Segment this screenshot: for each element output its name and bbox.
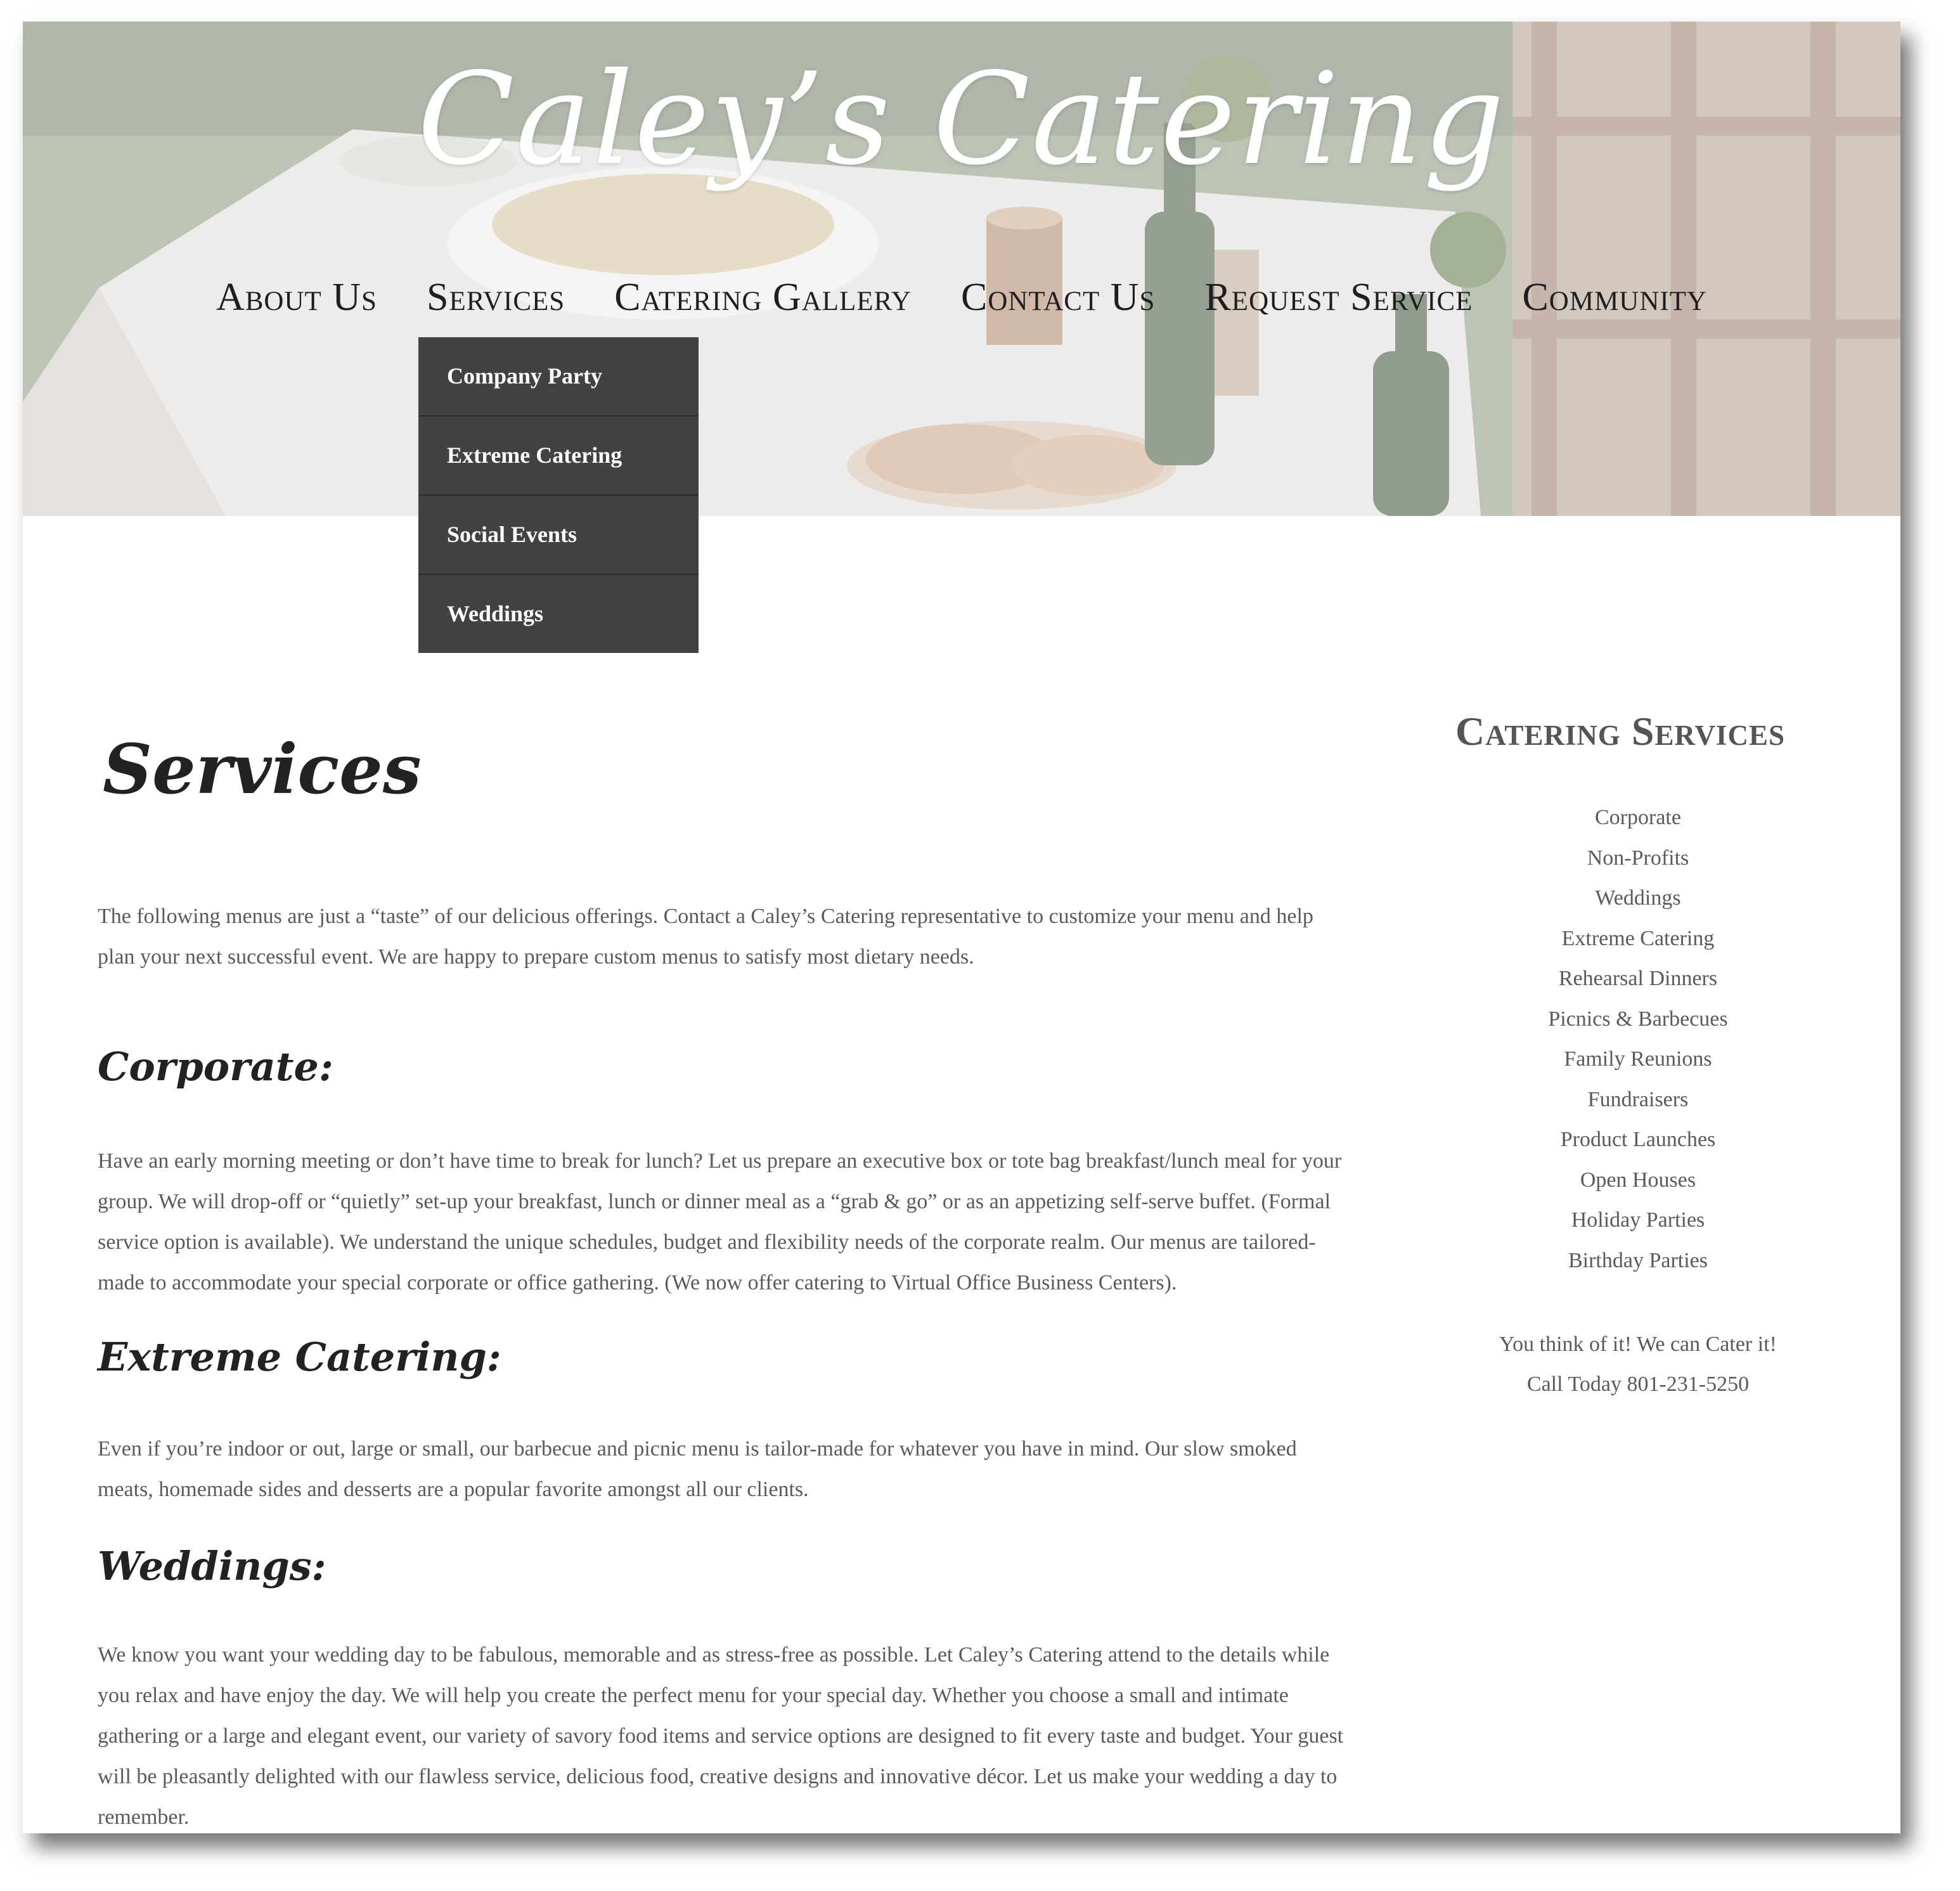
nav-about-us[interactable]: About Us <box>216 275 377 320</box>
section-body-extreme-catering: Even if you’re indoor or out, large or s… <box>98 1437 1297 1501</box>
list-item: Rehearsal Dinners <box>1558 967 1718 990</box>
section-heading-corporate: Corporate: <box>98 1043 333 1090</box>
list-item: Corporate <box>1595 806 1681 829</box>
sidebar-tagline: You think of it! We can Cater it! Call T… <box>1422 1324 1854 1404</box>
nav-services[interactable]: Services <box>427 275 565 320</box>
sidebar-title: Catering Services <box>1455 709 1785 754</box>
services-dropdown-menu: Company Party Extreme Catering Social Ev… <box>418 337 699 653</box>
nav-contact-us[interactable]: Contact Us <box>961 275 1155 320</box>
section-heading-weddings: Weddings: <box>98 1543 326 1589</box>
list-item: Holiday Parties <box>1571 1208 1705 1232</box>
list-item: Family Reunions <box>1564 1047 1712 1071</box>
tagline-phone: Call Today 801-231-5250 <box>1526 1372 1750 1396</box>
tagline-line-1: You think of it! We can Cater it! <box>1499 1333 1777 1356</box>
list-item: Picnics & Barbecues <box>1548 1007 1728 1031</box>
list-item: Product Launches <box>1560 1128 1716 1151</box>
section-body-weddings: We know you want your wedding day to be … <box>98 1643 1344 1829</box>
sidebar-services-list: Corporate Non-Profits Weddings Extreme C… <box>1422 797 1854 1281</box>
hero-banner: Caley’s Catering About Us Services Cater… <box>23 22 1900 516</box>
section-body-corporate: Have an early morning meeting or don’t h… <box>98 1149 1342 1294</box>
nav-catering-gallery[interactable]: Catering Gallery <box>614 275 912 320</box>
nav-community[interactable]: Community <box>1522 275 1707 320</box>
list-item: Extreme Catering <box>1561 926 1715 950</box>
site-logo-title[interactable]: Caley’s Catering <box>23 46 1900 193</box>
dropdown-item-company-party[interactable]: Company Party <box>418 337 699 416</box>
main-nav: About Us Services Catering Gallery Conta… <box>23 275 1900 320</box>
list-item: Open Houses <box>1580 1168 1696 1192</box>
list-item: Birthday Parties <box>1568 1248 1708 1272</box>
nav-request-service[interactable]: Request Service <box>1204 275 1473 320</box>
page-title: Services <box>103 730 422 810</box>
list-item: Non-Profits <box>1587 846 1689 870</box>
list-item: Fundraisers <box>1587 1087 1689 1111</box>
section-heading-extreme-catering: Extreme Catering: <box>98 1334 501 1380</box>
page-frame: Caley’s Catering About Us Services Cater… <box>23 22 1900 1833</box>
dropdown-item-social-events[interactable]: Social Events <box>418 496 699 575</box>
list-item: Weddings <box>1595 886 1681 910</box>
dropdown-item-extreme-catering[interactable]: Extreme Catering <box>418 416 699 496</box>
dropdown-item-weddings[interactable]: Weddings <box>418 575 699 653</box>
intro-paragraph: The following menus are just a “taste” o… <box>98 905 1313 969</box>
